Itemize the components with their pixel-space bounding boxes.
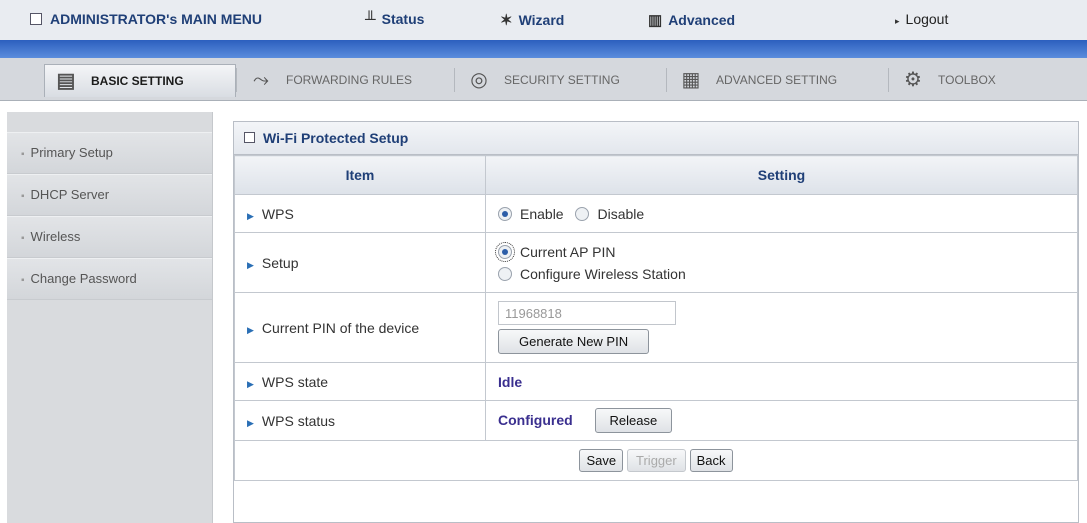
main-tab-bar: ▤ BASIC SETTING ⤳ FORWARDING RULES ◎ SECURI… [0, 58, 1087, 101]
forwarding-icon: ⤳ [253, 69, 269, 91]
setup-label: Setup [261, 254, 299, 271]
panel-title: Wi-Fi Protected Setup [234, 122, 1078, 155]
wizard-icon: ✶ [500, 12, 513, 29]
release-button[interactable]: Release [594, 408, 673, 433]
triangle-icon: ▶ [247, 324, 254, 335]
table-row: ▶ WPS state Idle [234, 362, 1078, 401]
sidebar-item-label: Primary Setup [30, 145, 113, 160]
status-link[interactable]: ╨ Status [365, 11, 424, 28]
tab-basic-setting[interactable]: ▤ BASIC SETTING [44, 64, 236, 97]
row-label-wps-status: ▶ WPS status [234, 400, 486, 441]
tab-forwarding-rules[interactable]: ⤳ FORWARDING RULES [236, 64, 446, 96]
admin-main-menu[interactable]: ADMINISTRATOR's MAIN MENU [30, 11, 262, 27]
menu-box-icon [30, 13, 42, 25]
sidebar: ▪ Primary Setup ▪ DHCP Server ▪ Wireless ▪ C… [7, 112, 213, 523]
tab-security-setting[interactable]: ◎ SECURITY SETTING [454, 64, 669, 96]
bullet-icon: ▪ [21, 191, 25, 202]
wps-panel: Wi-Fi Protected Setup Item Setting ▶ WPS … [233, 121, 1079, 523]
tab-toolbox-label: TOOLBOX [938, 73, 996, 87]
wps-status-value: Configured [498, 412, 573, 428]
wps-settings-table: Item Setting ▶ WPS Enable Disable ▶ Setup … [234, 155, 1078, 481]
admin-main-menu-label: ADMINISTRATOR's MAIN MENU [50, 11, 263, 27]
current-ap-pin-radio[interactable] [495, 241, 515, 262]
triangle-icon: ▶ [247, 378, 254, 389]
advanced-icon: ▥ [648, 12, 663, 29]
bullet-icon: ▪ [21, 275, 25, 286]
table-row: Save Trigger Back [234, 440, 1078, 481]
logout-arrow-icon: ▸ [895, 16, 900, 26]
wps-disable-radio[interactable] [575, 206, 590, 221]
status-label: Status [381, 11, 425, 27]
wizard-link[interactable]: ✶ Wizard [500, 11, 564, 29]
wps-state-value: Idle [498, 373, 523, 390]
sidebar-item-dhcp-server[interactable]: ▪ DHCP Server [7, 174, 212, 216]
triangle-icon: ▶ [247, 259, 254, 270]
bullet-icon: ▪ [21, 149, 25, 160]
top-menu-bar: ADMINISTRATOR's MAIN MENU ╨ Status ✶ Wizar… [0, 0, 1087, 41]
advanced-label: Advanced [668, 12, 736, 28]
row-label-setup: ▶ Setup [234, 232, 486, 293]
table-row: ▶ Setup Current AP PIN Configure Wireless… [234, 232, 1078, 293]
save-button[interactable]: Save [579, 449, 624, 472]
panel-title-text: Wi-Fi Protected Setup [263, 130, 409, 146]
triangle-icon: ▶ [247, 417, 254, 428]
sidebar-item-label: Change Password [30, 271, 137, 286]
setup-setting-cell: Current AP PIN Configure Wireless Statio… [485, 232, 1078, 293]
wps-enable-label: Enable [520, 205, 564, 222]
row-label-wps-state: ▶ WPS state [234, 362, 486, 401]
wps-status-label: WPS status [261, 412, 336, 429]
sidebar-item-label: Wireless [30, 229, 81, 244]
wps-status-cell: Configured Release [485, 400, 1078, 441]
tab-forwarding-label: FORWARDING RULES [286, 73, 413, 87]
wizard-label: Wizard [518, 12, 565, 28]
col-item-header: Item [234, 155, 486, 195]
book-icon: ▤ [56, 70, 76, 92]
wps-state-label: WPS state [261, 373, 329, 390]
advanced-setting-icon: ▦ [681, 69, 701, 91]
wps-disable-label: Disable [597, 205, 645, 222]
logout-label: Logout [905, 11, 949, 27]
current-ap-pin-label: Current AP PIN [520, 243, 616, 260]
trigger-button[interactable]: Trigger [627, 449, 686, 472]
table-row: ▶ WPS status Configured Release [234, 400, 1078, 441]
logout-link[interactable]: ▸ Logout [895, 11, 948, 27]
current-pin-field[interactable] [498, 301, 676, 325]
advanced-link[interactable]: ▥ Advanced [648, 11, 735, 29]
tab-advanced-setting[interactable]: ▦ ADVANCED SETTING [666, 64, 896, 96]
bullet-icon: ▪ [21, 233, 25, 244]
security-icon: ◎ [470, 69, 488, 91]
action-buttons-cell: Save Trigger Back [234, 440, 1078, 481]
wps-state-cell: Idle [485, 362, 1078, 401]
triangle-icon: ▶ [247, 210, 254, 221]
col-setting-header: Setting [485, 155, 1078, 195]
header-band [0, 40, 1087, 58]
sidebar-item-primary-setup[interactable]: ▪ Primary Setup [7, 132, 212, 174]
tab-security-label: SECURITY SETTING [504, 73, 620, 87]
sidebar-item-change-password[interactable]: ▪ Change Password [7, 258, 212, 300]
current-pin-setting-cell: Generate New PIN [485, 292, 1078, 363]
tab-toolbox[interactable]: ⚙ TOOLBOX [888, 64, 1048, 96]
row-label-wps: ▶ WPS [234, 194, 486, 233]
table-row: ▶ Current PIN of the device Generate New … [234, 292, 1078, 363]
status-icon: ╨ [365, 11, 376, 28]
table-row: ▶ WPS Enable Disable [234, 194, 1078, 233]
configure-station-radio[interactable] [498, 266, 512, 281]
current-pin-label: Current PIN of the device [261, 319, 420, 336]
tab-advanced-label: ADVANCED SETTING [716, 73, 838, 87]
back-button[interactable]: Back [689, 449, 733, 472]
toolbox-icon: ⚙ [904, 69, 922, 91]
wps-setting-cell: Enable Disable [485, 194, 1078, 233]
sidebar-item-wireless[interactable]: ▪ Wireless [7, 216, 212, 258]
row-label-current-pin: ▶ Current PIN of the device [234, 292, 486, 363]
sidebar-item-label: DHCP Server [30, 187, 110, 202]
panel-box-icon [244, 132, 255, 143]
table-header-row: Item Setting [234, 155, 1078, 195]
generate-new-pin-button[interactable]: Generate New PIN [498, 329, 650, 354]
wps-enable-radio[interactable] [498, 206, 512, 221]
wps-label: WPS [261, 205, 294, 222]
tab-basic-label: BASIC SETTING [91, 74, 184, 88]
configure-station-label: Configure Wireless Station [520, 265, 686, 282]
